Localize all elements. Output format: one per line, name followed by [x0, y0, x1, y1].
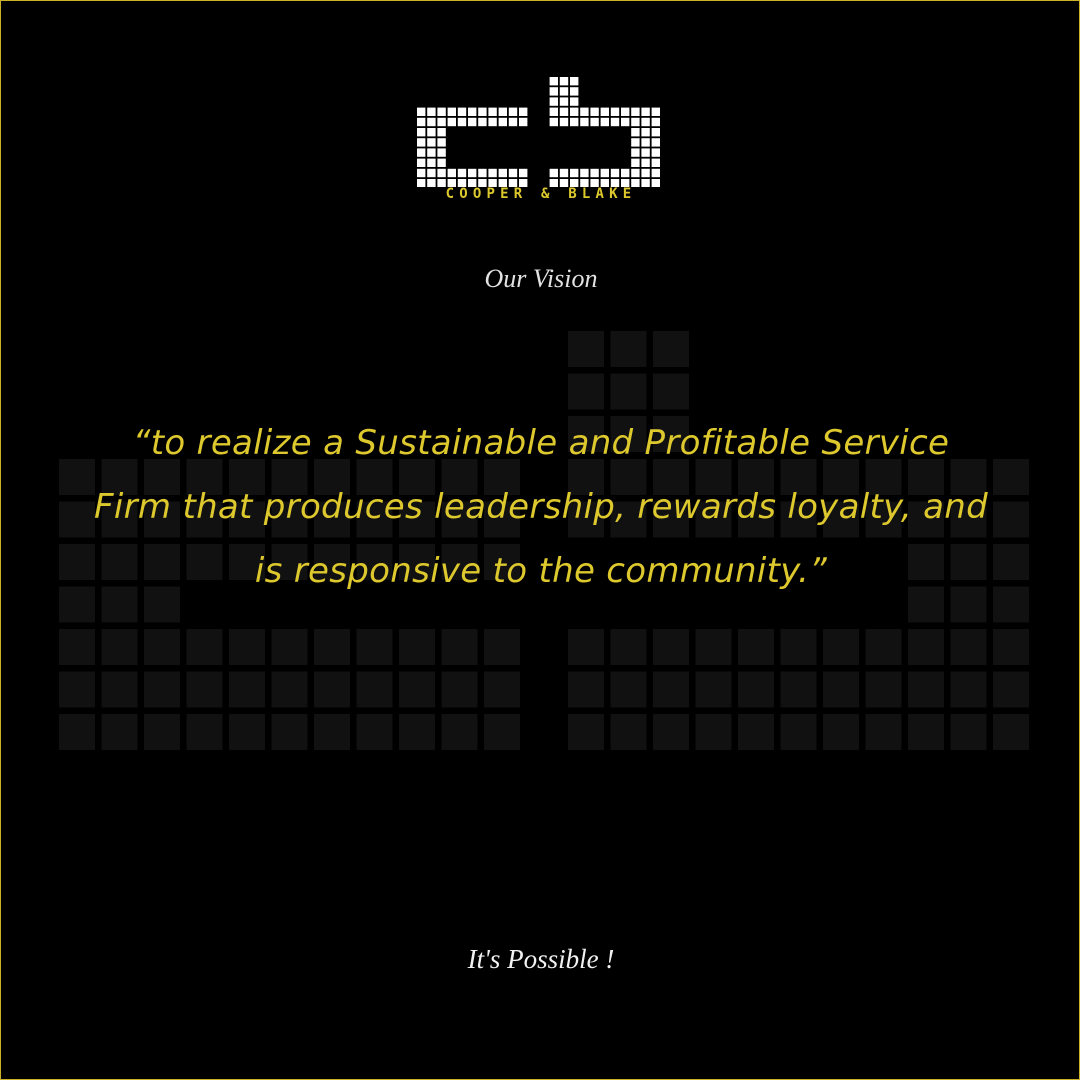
cooper-blake-logo: COOPER & BLAKE [415, 75, 667, 205]
logo-wordmark: COOPER & BLAKE [445, 186, 637, 202]
tagline: It's Possible ! [467, 944, 615, 974]
section-heading: Our Vision [484, 264, 598, 293]
vision-card: COOPER & BLAKE Our Vision “to realize a … [0, 0, 1080, 1080]
cb-monogram-icon [417, 77, 660, 187]
vision-statement: “to realize a Sustainable and Profitable… [94, 423, 988, 591]
